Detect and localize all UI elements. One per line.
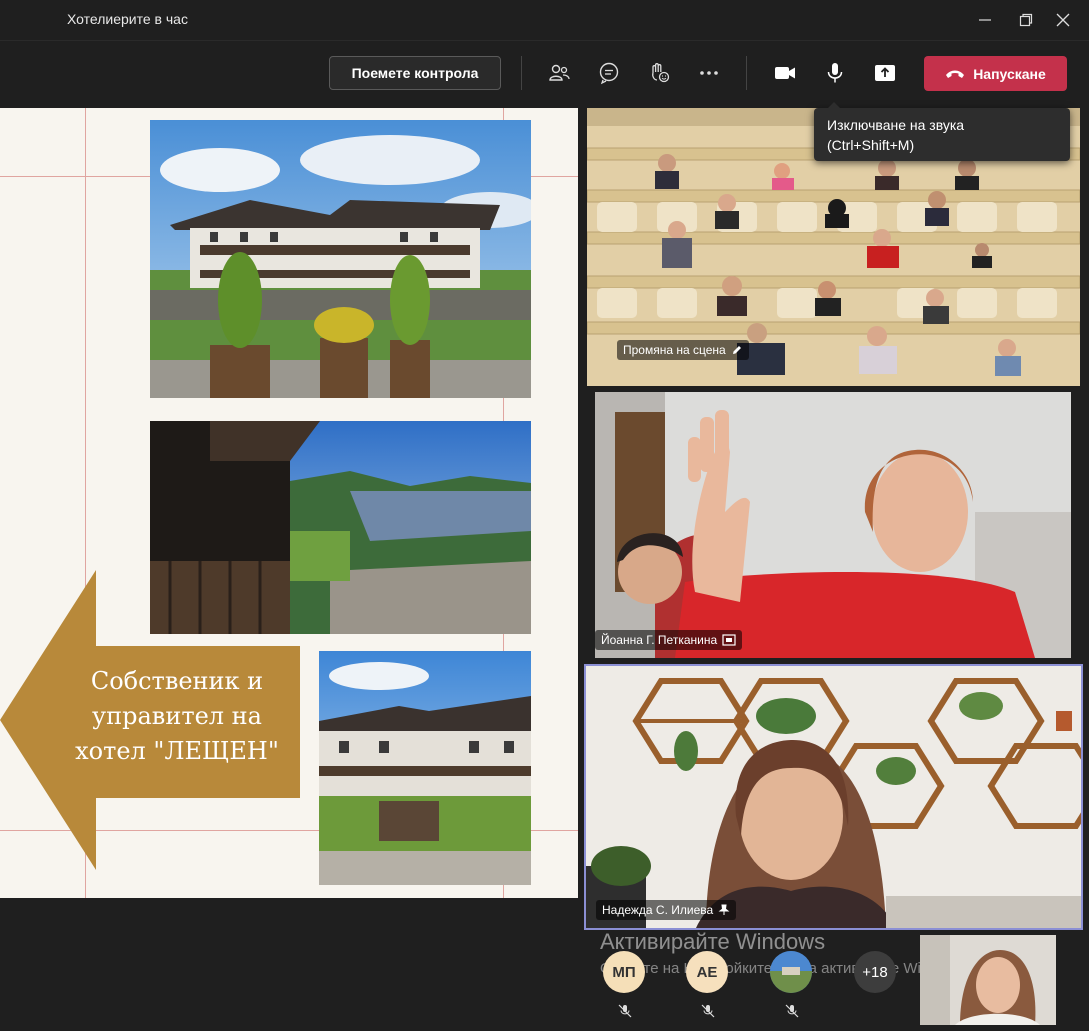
participant-name: Надежда С. Илиева bbox=[602, 903, 714, 917]
chat-icon[interactable] bbox=[594, 58, 624, 88]
title-bar: Хотелиерите в час bbox=[0, 0, 1089, 40]
slide-arrow-text: Собственик и управител на хотел "ЛЕЩЕН" bbox=[62, 664, 292, 769]
minimize-icon[interactable] bbox=[973, 8, 997, 32]
self-view-video[interactable] bbox=[920, 935, 1056, 1025]
arrow-text-line2: управител на bbox=[92, 702, 262, 730]
participant-video bbox=[586, 666, 1081, 928]
microphone-icon[interactable] bbox=[820, 58, 850, 88]
arrow-text-line3: хотел "ЛЕЩЕН" bbox=[75, 737, 279, 765]
more-participants-count: +18 bbox=[862, 963, 888, 981]
toolbar-divider bbox=[746, 56, 747, 90]
participant-avatar[interactable]: МП bbox=[603, 951, 645, 993]
take-control-button[interactable]: Поемете контрола bbox=[329, 56, 501, 90]
reactions-icon[interactable] bbox=[644, 58, 674, 88]
meeting-toolbar: Поемете контрола Напускане bbox=[0, 40, 1089, 107]
edit-icon[interactable] bbox=[731, 344, 743, 356]
restore-icon[interactable] bbox=[1014, 8, 1038, 32]
mic-off-icon bbox=[701, 1004, 715, 1018]
participant-avatar-photo[interactable] bbox=[770, 951, 812, 993]
avatar-initials: МП bbox=[612, 963, 636, 981]
participants-icon[interactable] bbox=[544, 58, 574, 88]
hotel-photo-3 bbox=[319, 651, 531, 885]
shared-presentation: Собственик и управител на хотел "ЛЕЩЕН" bbox=[0, 108, 578, 898]
more-options-icon[interactable] bbox=[694, 58, 724, 88]
arrow-text-line1: Собственик и bbox=[90, 667, 264, 695]
hang-up-icon bbox=[946, 70, 965, 78]
participant-name-tag: Промяна на сцена bbox=[617, 340, 749, 360]
hotel-photo-1 bbox=[150, 120, 531, 398]
more-participants-button[interactable]: +18 bbox=[854, 951, 896, 993]
mute-tooltip: Изключване на звука (Ctrl+Shift+M) bbox=[814, 102, 1070, 161]
avatar-initials: АЕ bbox=[696, 963, 718, 981]
camera-icon[interactable] bbox=[770, 58, 800, 88]
pin-icon[interactable] bbox=[718, 904, 730, 916]
screen-share-indicator-icon bbox=[722, 634, 736, 646]
close-icon[interactable] bbox=[1051, 8, 1075, 32]
leave-label: Напускане bbox=[973, 65, 1046, 82]
mic-off-icon bbox=[785, 1004, 799, 1018]
toolbar-divider bbox=[521, 56, 522, 90]
mic-off-icon bbox=[618, 1004, 632, 1018]
participant-name-tag: Йоанна Г. Петканина bbox=[595, 630, 743, 650]
leave-button[interactable]: Напускане bbox=[924, 56, 1067, 91]
participant-avatar[interactable]: АЕ bbox=[686, 951, 728, 993]
tooltip-line1: Изключване на звука bbox=[827, 117, 965, 133]
participant-name-tag: Надежда С. Илиева bbox=[596, 900, 737, 920]
tooltip-line2: (Ctrl+Shift+M) bbox=[827, 137, 915, 153]
window-title: Хотелиерите в час bbox=[67, 11, 188, 27]
participant-video-tile[interactable]: Йоанна Г. Петканина bbox=[595, 392, 1071, 658]
participant-name: Йоанна Г. Петканина bbox=[601, 633, 718, 647]
slide-arrow-callout: Собственик и управител на хотел "ЛЕЩЕН" bbox=[0, 570, 310, 870]
pinned-participant-tile[interactable]: Надежда С. Илиева bbox=[584, 664, 1083, 930]
share-screen-icon[interactable] bbox=[870, 58, 900, 88]
participant-name: Промяна на сцена bbox=[623, 343, 726, 357]
participant-video bbox=[595, 392, 1071, 658]
